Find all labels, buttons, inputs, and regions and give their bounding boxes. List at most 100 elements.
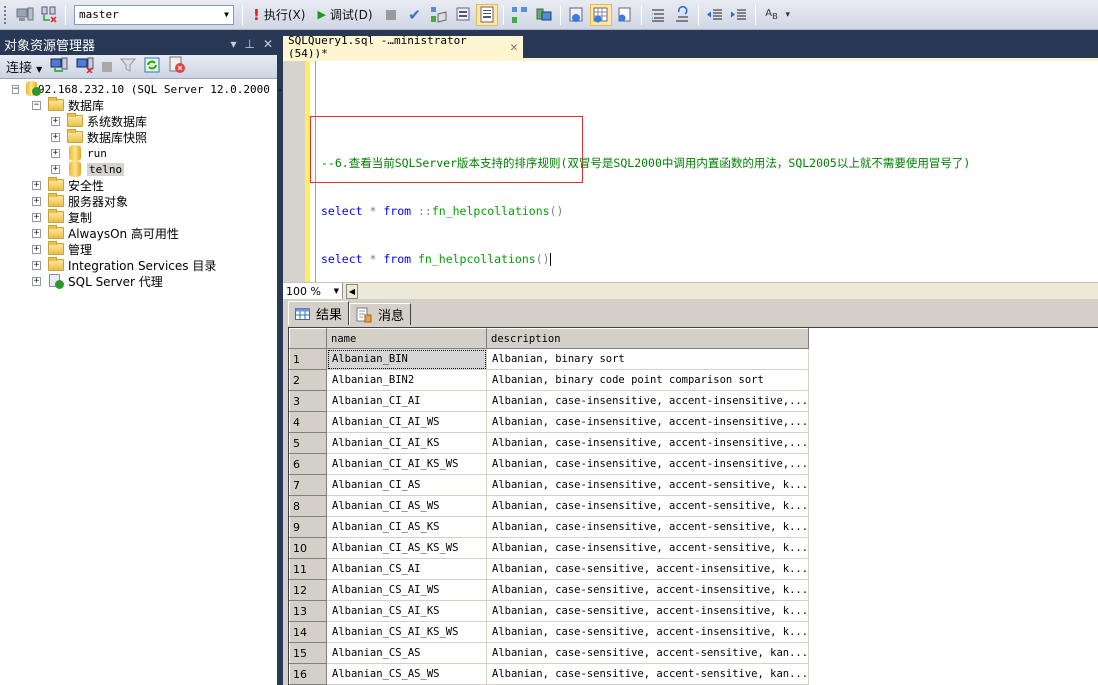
- tree-node-server[interactable]: − 192.168.232.10 (SQL Server 12.0.2000 -: [0, 81, 283, 97]
- table-row[interactable]: 15 Albanian_CS_AS Albanian, case-sensitive…: [289, 642, 810, 664]
- expand-icon[interactable]: +: [51, 148, 60, 158]
- uncomment-lines-icon[interactable]: [671, 4, 693, 26]
- collapse-icon[interactable]: −: [32, 100, 41, 110]
- table-row[interactable]: 2 Albanian_BIN2 Albanian, binary code poin…: [289, 369, 810, 391]
- zoom-select[interactable]: 100 % ▼: [283, 283, 343, 299]
- cell-description[interactable]: Albanian, case-sensitive, accent-sensiti…: [485, 642, 810, 664]
- table-row[interactable]: 14 Albanian_CS_AI_KS_WS Albanian, case-sen…: [289, 621, 810, 643]
- tab-sqlquery1[interactable]: SQLQuery1.sql -…ministrator (54))* ✕: [283, 34, 523, 60]
- pin-icon[interactable]: ⊥: [244, 37, 254, 51]
- close-tab-icon[interactable]: ✕: [510, 40, 518, 55]
- refresh-icon[interactable]: [144, 57, 160, 76]
- expand-icon[interactable]: +: [32, 244, 41, 254]
- table-row[interactable]: 3 Albanian_CI_AI Albanian, case-insensitiv…: [289, 390, 810, 412]
- scroll-left-button[interactable]: ◀: [346, 283, 358, 299]
- table-row[interactable]: 12 Albanian_CS_AI_WS Albanian, case-sensit…: [289, 579, 810, 601]
- tree-node-database-snapshots[interactable]: + 数据库快照: [0, 129, 277, 145]
- client-statistics-icon[interactable]: [533, 4, 555, 26]
- row-number[interactable]: 6: [289, 453, 327, 475]
- row-number[interactable]: 8: [289, 495, 327, 517]
- query-options-icon[interactable]: [452, 4, 474, 26]
- increase-indent-icon[interactable]: [728, 4, 750, 26]
- window-position-icon[interactable]: ▾: [230, 37, 236, 51]
- tree-node-security[interactable]: + 安全性: [0, 177, 277, 193]
- cell-description[interactable]: Albanian, case-insensitive, accent-insen…: [485, 390, 810, 412]
- row-number[interactable]: 4: [289, 411, 327, 433]
- cell-description[interactable]: Albanian, case-sensitive, accent-insensi…: [485, 621, 810, 643]
- cell-description[interactable]: Albanian, case-sensitive, accent-insensi…: [485, 600, 810, 622]
- column-header-description[interactable]: description: [485, 328, 810, 349]
- row-number[interactable]: 11: [289, 558, 327, 580]
- cell-name[interactable]: Albanian_BIN: [326, 348, 487, 370]
- filter-icon[interactable]: [120, 57, 137, 76]
- include-actual-plan-icon[interactable]: [509, 4, 531, 26]
- stop-powershell-icon[interactable]: [168, 56, 186, 77]
- expand-icon[interactable]: +: [51, 116, 60, 126]
- cell-name[interactable]: Albanian_CS_AI_KS: [326, 600, 487, 622]
- table-row[interactable]: 4 Albanian_CI_AI_WS Albanian, case-insensi…: [289, 411, 810, 433]
- row-number[interactable]: 2: [289, 369, 327, 391]
- cell-description[interactable]: Albanian, case-insensitive, accent-insen…: [485, 453, 810, 475]
- connect-dropdown[interactable]: 连接 ▼: [6, 57, 42, 76]
- cell-name[interactable]: Albanian_CI_AI_WS: [326, 411, 487, 433]
- stop-icon[interactable]: [380, 4, 402, 26]
- table-row[interactable]: 6 Albanian_CI_AI_KS_WS Albanian, case-inse…: [289, 453, 810, 475]
- table-row[interactable]: 11 Albanian_CS_AI Albanian, case-sensitive…: [289, 558, 810, 580]
- tree-node-replication[interactable]: + 复制: [0, 209, 277, 225]
- cell-description[interactable]: Albanian, case-insensitive, accent-insen…: [485, 411, 810, 433]
- cell-name[interactable]: Albanian_CS_AI: [326, 558, 487, 580]
- debug-button[interactable]: ▶ 调试(D): [311, 4, 378, 26]
- tree-node-management[interactable]: + 管理: [0, 241, 277, 257]
- cell-description[interactable]: Albanian, case-insensitive, accent-sensi…: [485, 537, 810, 559]
- cell-description[interactable]: Albanian, case-insensitive, accent-sensi…: [485, 474, 810, 496]
- tree-node-server-objects[interactable]: + 服务器对象: [0, 193, 277, 209]
- cell-name[interactable]: Albanian_CI_AI: [326, 390, 487, 412]
- tree-node-databases[interactable]: − 数据库: [0, 97, 277, 113]
- cell-name[interactable]: Albanian_CI_AS_KS: [326, 516, 487, 538]
- expand-icon[interactable]: +: [32, 180, 41, 190]
- tab-results[interactable]: 结果: [288, 301, 350, 325]
- table-row[interactable]: 1 Albanian_BIN Albanian, binary sort: [289, 348, 810, 370]
- toolbar-grip[interactable]: [4, 5, 7, 24]
- change-connection-icon[interactable]: [38, 4, 60, 26]
- table-row[interactable]: 10 Albanian_CI_AS_KS_WS Albanian, case-ins…: [289, 537, 810, 559]
- row-number[interactable]: 14: [289, 621, 327, 643]
- toolbar-overflow-icon[interactable]: ▾: [786, 10, 791, 20]
- execute-button[interactable]: ! 执行(X): [247, 4, 311, 26]
- cell-name[interactable]: Albanian_CS_AI_WS: [326, 579, 487, 601]
- intellisense-icon[interactable]: [475, 3, 498, 26]
- tree-node-db-run[interactable]: + run: [0, 145, 277, 161]
- expand-icon[interactable]: +: [32, 196, 41, 206]
- row-header-corner[interactable]: [289, 328, 327, 349]
- row-number[interactable]: 16: [289, 663, 327, 685]
- row-number[interactable]: 7: [289, 474, 327, 496]
- tab-messages[interactable]: 消息: [349, 303, 412, 325]
- table-row[interactable]: 7 Albanian_CI_AS Albanian, case-insensitiv…: [289, 474, 810, 496]
- expand-icon[interactable]: +: [51, 164, 60, 174]
- connect-icon[interactable]: [14, 4, 36, 26]
- results-to-file-icon[interactable]: [614, 4, 636, 26]
- table-row[interactable]: 16 Albanian_CS_AS_WS Albanian, case-sensit…: [289, 663, 810, 685]
- cell-name[interactable]: Albanian_BIN2: [326, 369, 487, 391]
- row-number[interactable]: 3: [289, 390, 327, 412]
- column-header-name[interactable]: name: [326, 328, 487, 349]
- results-to-grid-icon[interactable]: [589, 3, 612, 26]
- comment-lines-icon[interactable]: [647, 4, 669, 26]
- code-block[interactable]: --6.查看当前SQLServer版本支持的排序规则(双冒号是SQL2000中调…: [321, 123, 970, 299]
- row-number[interactable]: 9: [289, 516, 327, 538]
- cell-description[interactable]: Albanian, case-sensitive, accent-sensiti…: [485, 663, 810, 685]
- cell-name[interactable]: Albanian_CI_AS: [326, 474, 487, 496]
- cell-description[interactable]: Albanian, binary sort: [485, 348, 810, 370]
- cell-name[interactable]: Albanian_CS_AS_WS: [326, 663, 487, 685]
- query-editor[interactable]: --6.查看当前SQLServer版本支持的排序规则(双冒号是SQL2000中调…: [283, 58, 1098, 282]
- row-number[interactable]: 10: [289, 537, 327, 559]
- close-icon[interactable]: ✕: [263, 37, 273, 51]
- row-number[interactable]: 13: [289, 600, 327, 622]
- table-row[interactable]: 13 Albanian_CS_AI_KS Albanian, case-sensit…: [289, 600, 810, 622]
- cell-name[interactable]: Albanian_CI_AS_KS_WS: [326, 537, 487, 559]
- display-estimated-plan-icon[interactable]: [428, 4, 450, 26]
- table-row[interactable]: 9 Albanian_CI_AS_KS Albanian, case-insensi…: [289, 516, 810, 538]
- connect-server-icon[interactable]: [50, 57, 68, 76]
- cell-description[interactable]: Albanian, case-insensitive, accent-sensi…: [485, 516, 810, 538]
- table-row[interactable]: 5 Albanian_CI_AI_KS Albanian, case-insensi…: [289, 432, 810, 454]
